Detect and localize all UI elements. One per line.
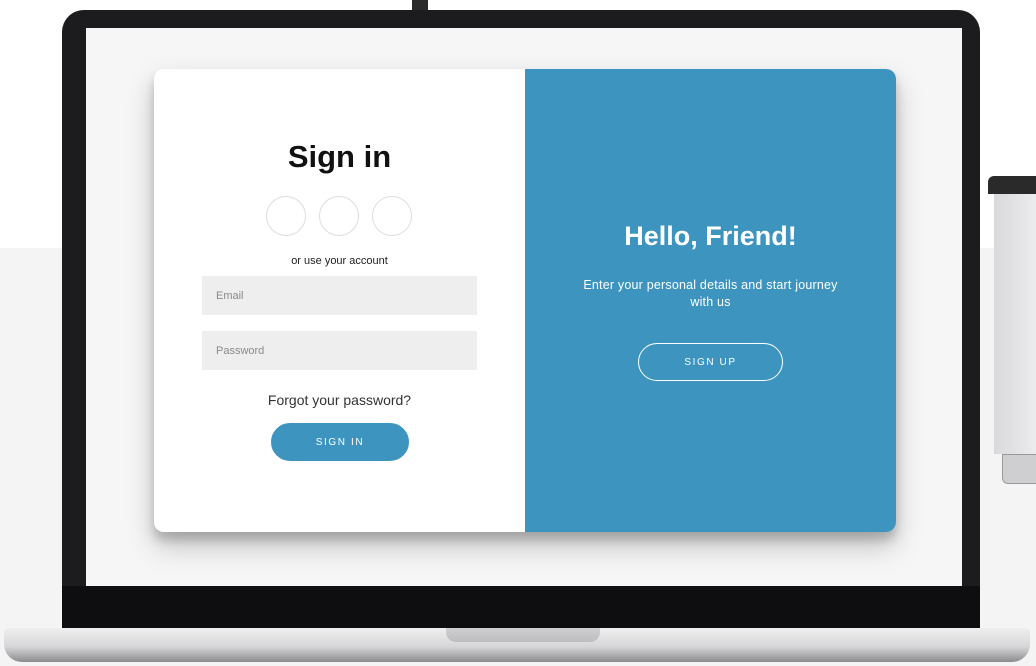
forgot-password-link[interactable]: Forgot your password? [154,392,525,408]
password-field[interactable] [202,331,477,370]
laptop-chin [62,586,980,628]
signin-panel: Sign in or use your account Forgot your … [154,69,525,532]
laptop-notch [446,628,600,642]
email-field[interactable] [202,276,477,315]
signin-title: Sign in [287,139,392,174]
social-login-row [266,196,412,236]
social-login-button-3[interactable] [372,196,412,236]
social-login-button-1[interactable] [266,196,306,236]
background-device-bezel [988,176,1036,194]
welcome-text: Enter your personal details and start jo… [583,278,838,309]
alt-signin-text: or use your account [291,255,388,267]
login-card: Sign in or use your account Forgot your … [154,69,896,532]
welcome-title: Hello, Friend! [624,221,797,251]
signup-button[interactable]: SIGN UP [638,343,783,381]
social-login-button-2[interactable] [319,196,359,236]
background-device [988,176,1036,486]
background-device-screen [994,194,1036,454]
background-device-hinge [1002,454,1036,484]
signin-button[interactable]: SIGN IN [271,423,409,461]
welcome-panel: Hello, Friend! Enter your personal detai… [525,69,896,532]
